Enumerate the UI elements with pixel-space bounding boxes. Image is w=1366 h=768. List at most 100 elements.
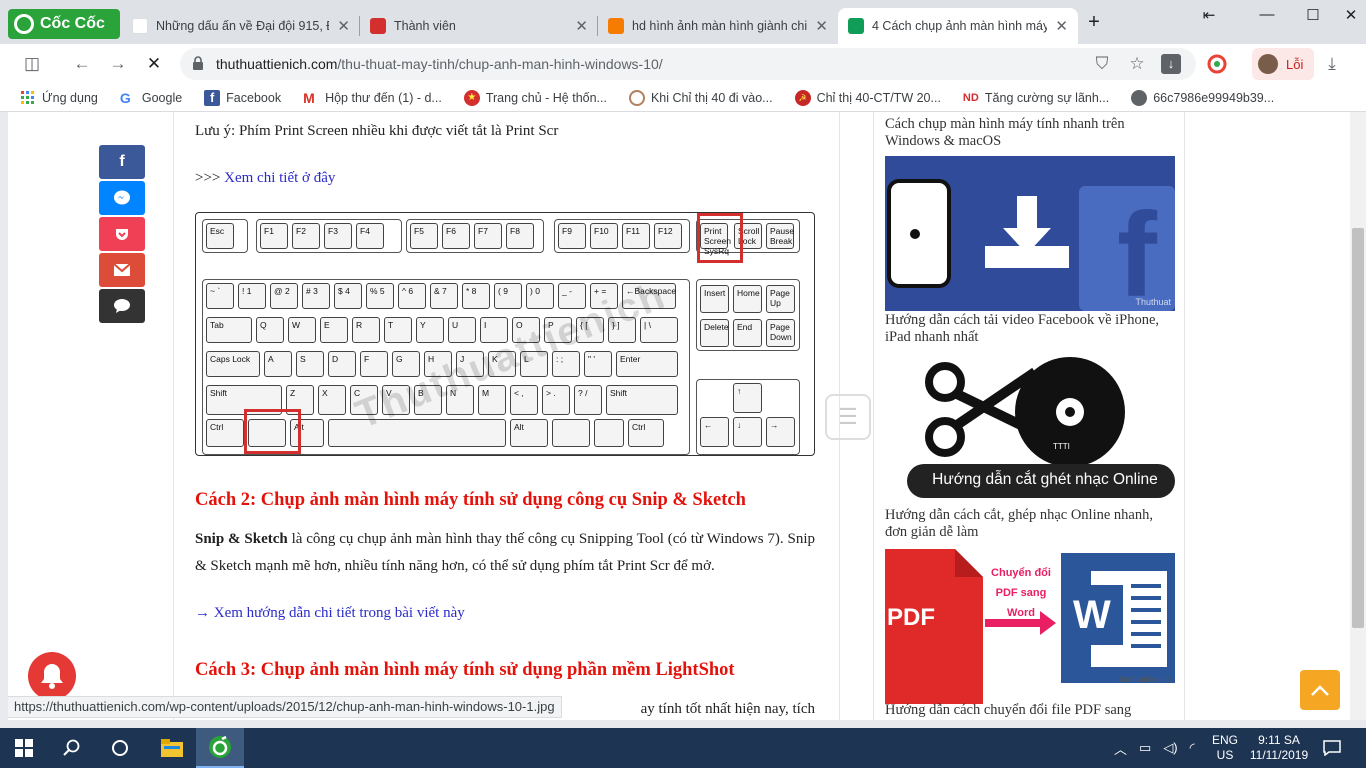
file-explorer-icon[interactable] [148, 728, 196, 768]
word-label: W [1073, 593, 1111, 637]
arrow-key: ↓ [733, 417, 762, 447]
key-letter: R [352, 317, 380, 343]
share-bar: f [99, 145, 145, 325]
battery-icon[interactable]: ▭ [1139, 740, 1151, 756]
new-tab-button[interactable]: + [1082, 10, 1106, 34]
sidebar-toggle-icon[interactable]: ◫ [20, 52, 44, 76]
more-link[interactable]: Xem chi tiết ở đây [224, 170, 335, 186]
related-thumb-2[interactable]: TTTI Hướng dẫn cắt ghét nhạc Online [885, 352, 1175, 504]
key-number: @ 2 [270, 283, 298, 309]
key-fn: F11 [622, 223, 650, 249]
address-bar[interactable]: thuthuattienich.com/thu-thuat-may-tinh/c… [180, 48, 1196, 80]
bookmark-tang-cuong[interactable]: ND Tăng cường sự lãnh... [963, 90, 1109, 106]
share-email-icon[interactable] [99, 253, 145, 287]
bookmark-label: Trang chủ - Hệ thốn... [485, 90, 607, 105]
related-thumb-1[interactable]: f Thuthuat [885, 156, 1175, 311]
bookmark-apps[interactable]: Ứng dụng [20, 90, 98, 106]
close-tab-icon[interactable]: ✕ [337, 17, 350, 35]
keyboard-image[interactable]: Esc F1 F2 F3 F4 F5 F6 F7 F8 F9 F10 F11 F12 Print Scre… [195, 212, 815, 456]
toc-icon[interactable]: ☰ [825, 394, 871, 440]
downloads-icon[interactable]: ⤓ [1320, 52, 1344, 76]
clock[interactable]: 9:11 SA 11/11/2019 [1246, 728, 1312, 768]
related-caption-3[interactable]: Hướng dẫn cách chuyển đổi file PDF sang [885, 702, 1175, 719]
search-icon[interactable] [48, 728, 96, 768]
coccoc-menu-button[interactable]: Cốc Cốc [8, 9, 120, 39]
windows-key-highlight [244, 409, 301, 454]
share-messenger-icon[interactable] [99, 181, 145, 215]
system-tray[interactable]: ︿ ▭ ◁) ◜ [1114, 728, 1195, 768]
chevron-up-icon[interactable]: ︿ [1114, 739, 1127, 758]
share-comment-icon[interactable] [99, 289, 145, 323]
close-tab-icon[interactable]: ✕ [575, 17, 588, 35]
emblem-icon: ★ [463, 89, 480, 106]
key-number: ( 9 [494, 283, 522, 309]
shield-icon[interactable]: ⛉ [1090, 52, 1114, 76]
back-icon[interactable]: ← [70, 52, 94, 76]
related-caption-2[interactable]: Hướng dẫn cách cắt, ghép nhạc Online nha… [885, 507, 1175, 541]
bookmark-star-icon[interactable]: ☆ [1125, 52, 1149, 76]
lang-code: ENG [1211, 733, 1238, 747]
related-caption-1[interactable]: Hướng dẫn cách tải video Facebook về iPh… [885, 312, 1175, 346]
key-fn: F2 [292, 223, 320, 249]
brand-name: Cốc Cốc [40, 15, 105, 32]
forward-icon[interactable]: → [106, 52, 130, 76]
key-modifier [594, 419, 624, 447]
close-tab-icon[interactable]: ✕ [1055, 17, 1068, 35]
globe-icon [628, 89, 645, 106]
bookmark-label: Facebook [226, 90, 282, 105]
scroll-to-top-button[interactable] [1300, 670, 1340, 710]
bookmark-chi-thi-40-ct[interactable]: ☭ Chỉ thị 40-CT/TW 20... [794, 89, 941, 106]
bookmark-gmail[interactable]: M Hộp thư đến (1) - d... [303, 90, 442, 106]
start-button[interactable] [0, 728, 48, 768]
tab-4-cach-chup-anh[interactable]: 4 Cách chụp ảnh màn hình máy tín ✕ [838, 8, 1078, 44]
key-number: ! 1 [238, 283, 266, 309]
task-view-icon[interactable] [96, 728, 144, 768]
volume-icon[interactable]: ◁) [1163, 740, 1177, 756]
tab-dai-doi-915[interactable]: Những dấu ấn về Đại đội 915, Đội ✕ [122, 8, 360, 44]
windows-key [552, 419, 590, 447]
close-tab-icon[interactable]: ✕ [815, 17, 828, 35]
svg-text:f: f [1117, 188, 1158, 311]
coccoc-taskbar-icon[interactable] [196, 728, 244, 768]
key-number: ) 0 [526, 283, 554, 309]
key-fn: F10 [590, 223, 618, 249]
notification-bell-button[interactable] [28, 652, 76, 700]
share-pocket-icon[interactable] [99, 217, 145, 251]
bookmark-66c7986e[interactable]: 66c7986e99949b39... [1131, 89, 1274, 106]
tab-hd-hinh-anh[interactable]: hd hình ảnh màn hình giành chiến ✕ [598, 8, 838, 44]
note-paragraph: Lưu ý: Phím Print Screen nhiều khi được … [195, 123, 559, 139]
extension-icon[interactable] [1205, 52, 1229, 76]
minimize-button[interactable]: — [1244, 6, 1290, 28]
bookmark-trang-chu[interactable]: ★ Trang chủ - Hệ thốn... [463, 89, 607, 106]
snip-sketch-paragraph: Snip & Sketch là công cụ chụp ảnh màn hì… [195, 526, 815, 580]
close-window-button[interactable]: ✕ [1336, 6, 1366, 28]
input-language[interactable]: ENG US [1208, 728, 1242, 768]
bookmark-label: Tăng cường sự lãnh... [984, 90, 1110, 105]
clock-time: 9:11 SA [1258, 733, 1300, 747]
stop-loading-icon[interactable]: ✕ [142, 52, 166, 76]
key-letter: U [448, 317, 476, 343]
related-thumb-3[interactable]: PDF Chuyển đổi PDF sang Word W thuthuatt… [885, 549, 1175, 704]
page-viewport: f Lưu ý: Phím Print Screen nhiều khi đượ… [8, 112, 1350, 720]
article-column: Lưu ý: Phím Print Screen nhiều khi được … [173, 112, 871, 720]
related-caption-0[interactable]: Cách chụp màn hình máy tính nhanh trên W… [885, 116, 1175, 150]
tab-thanh-vien[interactable]: Thành viên ✕ [360, 8, 598, 44]
tab-search-icon[interactable]: ⇤ [1186, 6, 1232, 28]
bookmark-facebook[interactable]: f Facebook [204, 89, 282, 106]
key-number: # 3 [302, 283, 330, 309]
guide-link[interactable]: Xem hướng dẫn chi tiết trong bài viết nà… [214, 605, 465, 621]
key-letter: E [320, 317, 348, 343]
bookmark-google[interactable]: G Google [120, 90, 182, 106]
share-facebook-icon[interactable]: f [99, 145, 145, 179]
key-fn: F12 [654, 223, 682, 249]
download-icon[interactable]: ↓ [1161, 54, 1181, 74]
scrollbar-thumb[interactable] [1352, 228, 1364, 628]
bookmark-chi-thi-40[interactable]: Khi Chỉ thị 40 đi vào... [628, 89, 773, 106]
key-letter: W [288, 317, 316, 343]
key-number: % 5 [366, 283, 394, 309]
action-center-icon[interactable] [1312, 728, 1352, 768]
wifi-icon[interactable]: ◜ [1190, 740, 1195, 756]
profile-error-button[interactable]: Lỗi [1252, 48, 1314, 80]
url-path: /thu-thuat-may-tinh/chup-anh-man-hinh-wi… [337, 56, 663, 72]
maximize-button[interactable]: ☐ [1290, 6, 1336, 28]
